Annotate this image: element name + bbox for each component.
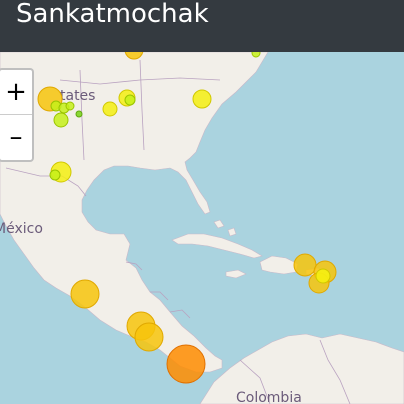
quake-marker[interactable]: [166, 344, 206, 384]
brand-title[interactable]: Sankatmochak: [16, 0, 209, 31]
quake-marker[interactable]: [49, 169, 61, 181]
quake-marker[interactable]: [124, 94, 136, 106]
zoom-control: + –: [0, 68, 34, 162]
quake-marker[interactable]: [75, 110, 83, 118]
quake-marker[interactable]: [251, 52, 261, 58]
zoom-out-button[interactable]: –: [0, 115, 32, 159]
quake-marker[interactable]: [53, 112, 69, 128]
quake-marker[interactable]: [192, 89, 212, 109]
quake-marker[interactable]: [65, 101, 75, 111]
quake-marker[interactable]: [293, 253, 317, 277]
zoom-in-button[interactable]: +: [0, 70, 32, 115]
navbar: Sankatmochak: [0, 0, 404, 52]
map-canvas[interactable]: tates México Colombia: [0, 52, 404, 404]
label-mexico: México: [0, 221, 43, 237]
quake-marker[interactable]: [134, 322, 164, 352]
label-united-states: tates: [60, 88, 95, 104]
quake-marker[interactable]: [70, 279, 100, 309]
map-svg[interactable]: tates México Colombia: [0, 52, 404, 404]
quake-marker[interactable]: [102, 101, 118, 117]
label-colombia: Colombia: [236, 390, 302, 404]
quake-marker[interactable]: [315, 268, 331, 284]
